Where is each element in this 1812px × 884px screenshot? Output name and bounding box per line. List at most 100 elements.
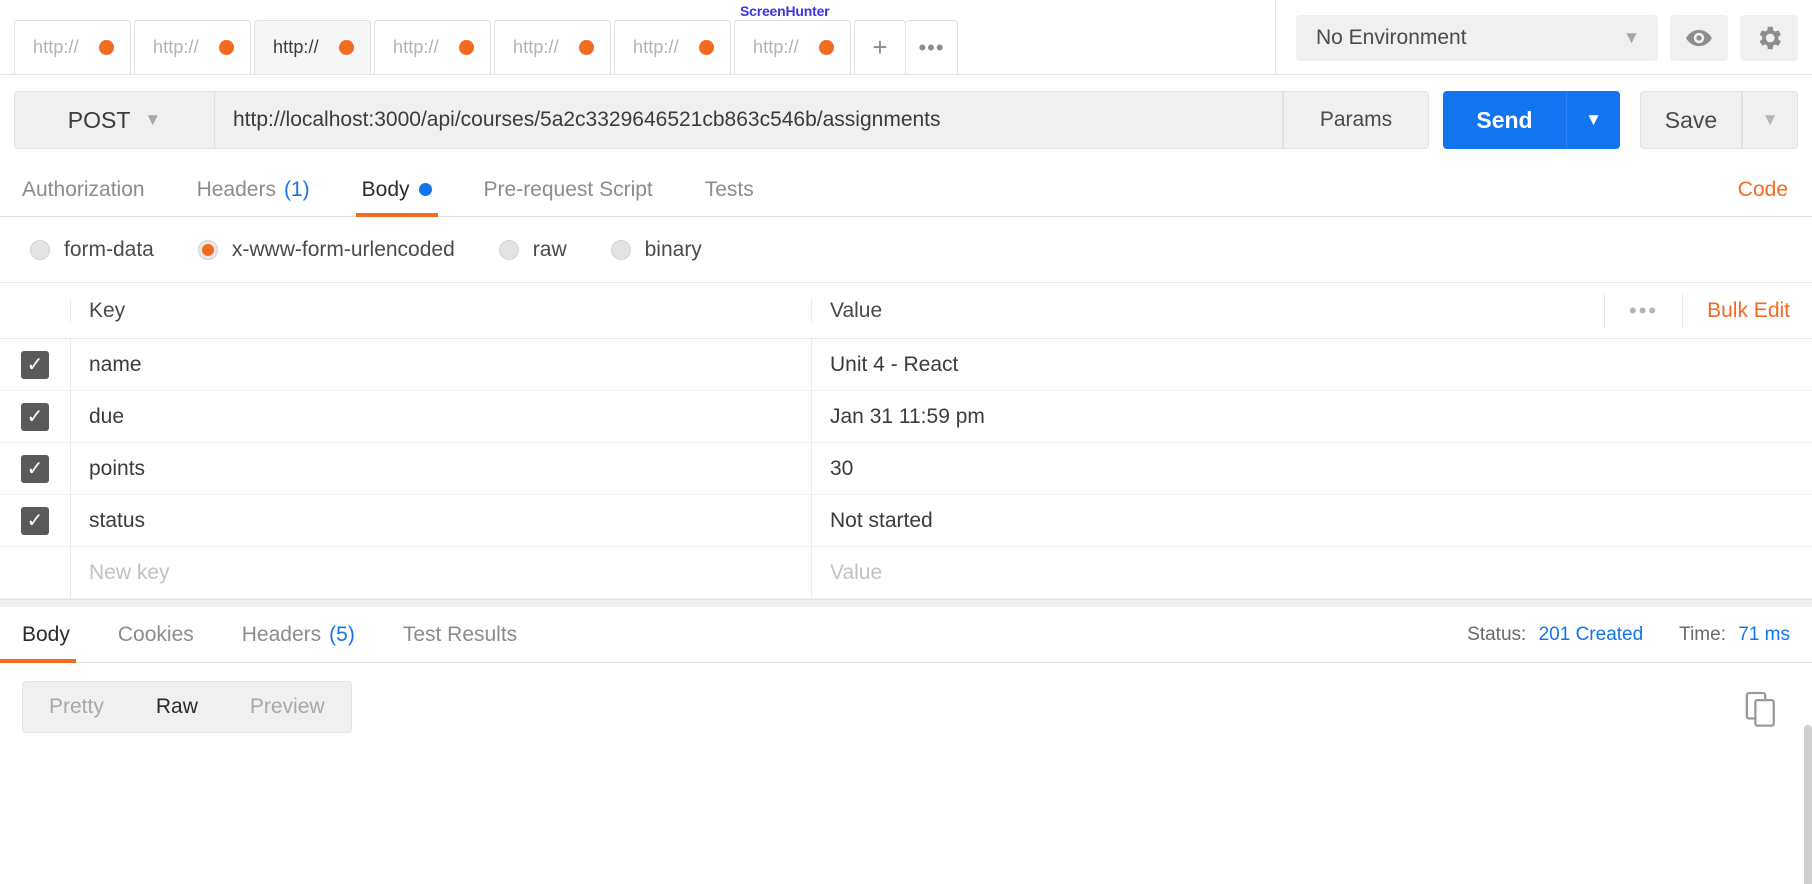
params-button[interactable]: Params	[1283, 91, 1429, 149]
row-key-input[interactable]: points	[70, 443, 812, 494]
radio-x-www-form-urlencoded[interactable]: x-www-form-urlencoded	[197, 238, 455, 262]
code-link[interactable]: Code	[1738, 178, 1788, 202]
radio-icon[interactable]	[498, 239, 519, 260]
request-tab-3-active[interactable]: http://	[254, 20, 371, 74]
row-checkbox-checked[interactable]: ✓	[21, 402, 49, 431]
tab-tests[interactable]: Tests	[705, 163, 754, 217]
table-row: ✓ name Unit 4 - React	[0, 339, 1812, 391]
view-mode-preview[interactable]: Preview	[224, 682, 351, 732]
new-tab-button[interactable]: +	[854, 20, 906, 74]
row-checkbox-checked[interactable]: ✓	[21, 506, 49, 535]
unsaved-dot-icon[interactable]	[699, 40, 714, 55]
row-checkbox-checked[interactable]: ✓	[21, 454, 49, 483]
row-value-input[interactable]: 30	[812, 443, 1812, 494]
table-options-button[interactable]: •••	[1604, 293, 1684, 328]
copy-response-button[interactable]	[1744, 691, 1778, 734]
tab-options-button[interactable]: •••	[906, 20, 958, 74]
tab-label: Tests	[704, 177, 754, 201]
tab-label: Headers	[241, 622, 322, 646]
radio-icon-selected[interactable]	[197, 239, 218, 260]
save-button[interactable]: Save	[1640, 91, 1742, 149]
row-value-input[interactable]: Not started	[812, 495, 1812, 546]
environment-selector[interactable]: No Environment ▼	[1296, 14, 1658, 61]
request-tab-5[interactable]: http://	[494, 20, 611, 74]
time-label: Time:	[1679, 623, 1726, 645]
environment-label: No Environment	[1316, 25, 1467, 49]
request-tab-label: http://	[633, 37, 679, 57]
bulk-edit-button[interactable]: Bulk Edit	[1683, 299, 1790, 323]
row-checkbox-cell[interactable]: ✓	[0, 443, 70, 494]
unsaved-dot-icon[interactable]	[579, 40, 594, 55]
row-checkbox-cell[interactable]: ✓	[0, 391, 70, 442]
row-key-input[interactable]: status	[70, 495, 812, 546]
column-header-key: Key	[70, 298, 812, 323]
vertical-scrollbar[interactable]	[1804, 725, 1812, 884]
save-button-group: Save ▼	[1640, 91, 1798, 149]
save-options-button[interactable]: ▼	[1742, 91, 1798, 149]
new-value-input[interactable]: Value	[812, 547, 1812, 598]
row-key-input[interactable]: due	[70, 391, 812, 442]
tab-label: Body	[22, 622, 70, 646]
settings-button[interactable]	[1740, 14, 1798, 61]
request-tab-4[interactable]: http://	[374, 20, 491, 74]
time-value: 71 ms	[1738, 623, 1790, 645]
tab-action-group: + •••	[854, 0, 958, 74]
tab-label: Cookies	[117, 622, 194, 646]
request-tab-2[interactable]: http://	[134, 20, 251, 74]
radio-icon[interactable]	[30, 239, 50, 260]
unsaved-dot-icon[interactable]	[819, 40, 834, 55]
row-value-input[interactable]: Jan 31 11:59 pm	[812, 391, 1812, 442]
row-value-input[interactable]: Unit 4 - React	[812, 339, 1812, 390]
unsaved-dot-icon[interactable]	[459, 40, 474, 55]
status-badge: 201 Created	[1538, 623, 1644, 645]
http-method-selector[interactable]: POST ▼	[14, 91, 214, 149]
tab-label: Authorization	[22, 177, 145, 201]
response-section-tabs: Body Cookies Headers (5) Test Results St…	[0, 607, 1812, 663]
unsaved-dot-icon[interactable]	[219, 40, 234, 55]
send-button[interactable]: Send	[1443, 91, 1566, 149]
view-mode-pretty[interactable]: Pretty	[23, 682, 130, 732]
response-tab-headers[interactable]: Headers (5)	[242, 607, 355, 663]
eye-icon	[1686, 29, 1712, 46]
row-checkbox-cell[interactable]: ✓	[0, 495, 70, 546]
radio-binary[interactable]: binary	[610, 238, 702, 262]
request-url-input[interactable]: http://localhost:3000/api/courses/5a2c33…	[214, 91, 1283, 149]
radio-form-data[interactable]: form-data	[30, 238, 154, 262]
row-checkbox-cell[interactable]: ✓	[0, 339, 70, 390]
response-tab-cookies[interactable]: Cookies	[118, 607, 194, 663]
table-row: ✓ points 30	[0, 443, 1812, 495]
tab-label: Headers	[196, 177, 276, 201]
response-view-mode-group: Pretty Raw Preview	[22, 681, 352, 733]
request-tab-label: http://	[393, 37, 439, 57]
response-headers-count: (5)	[329, 622, 355, 646]
radio-label: form-data	[64, 237, 154, 261]
send-options-button[interactable]: ▼	[1566, 91, 1620, 149]
tab-headers[interactable]: Headers (1)	[197, 163, 310, 217]
copy-icon	[1745, 691, 1775, 727]
unsaved-dot-icon[interactable]	[99, 40, 114, 55]
environment-quick-look-button[interactable]	[1670, 14, 1728, 61]
view-mode-raw[interactable]: Raw	[130, 682, 224, 732]
response-meta: Status: 201 Created Time: 71 ms	[1467, 624, 1790, 646]
tab-authorization[interactable]: Authorization	[22, 163, 145, 217]
body-key-value-table: Key Value ••• Bulk Edit ✓ name Unit 4 - …	[0, 283, 1812, 599]
radio-raw[interactable]: raw	[498, 238, 567, 262]
tab-body[interactable]: Body	[355, 163, 438, 217]
environment-toolbar: No Environment ▼	[1275, 0, 1812, 75]
http-method-label: POST	[67, 106, 131, 133]
tab-pre-request-script[interactable]: Pre-request Script	[484, 163, 653, 217]
response-tab-test-results[interactable]: Test Results	[403, 607, 517, 663]
row-key-input[interactable]: name	[70, 339, 812, 390]
request-tab-6[interactable]: http://	[614, 20, 731, 74]
request-tab-label: http://	[753, 37, 799, 57]
request-tab-7[interactable]: http://	[734, 20, 851, 74]
radio-icon[interactable]	[610, 239, 631, 260]
row-checkbox-checked[interactable]: ✓	[21, 350, 49, 379]
body-modified-dot-icon	[418, 183, 432, 196]
unsaved-dot-icon[interactable]	[339, 40, 354, 55]
request-tab-1[interactable]: http://	[14, 20, 131, 74]
new-key-input[interactable]: New key	[70, 547, 812, 598]
response-tab-body[interactable]: Body	[0, 607, 76, 663]
chevron-down-icon: ▼	[144, 110, 162, 129]
headers-count: (1)	[283, 177, 310, 201]
